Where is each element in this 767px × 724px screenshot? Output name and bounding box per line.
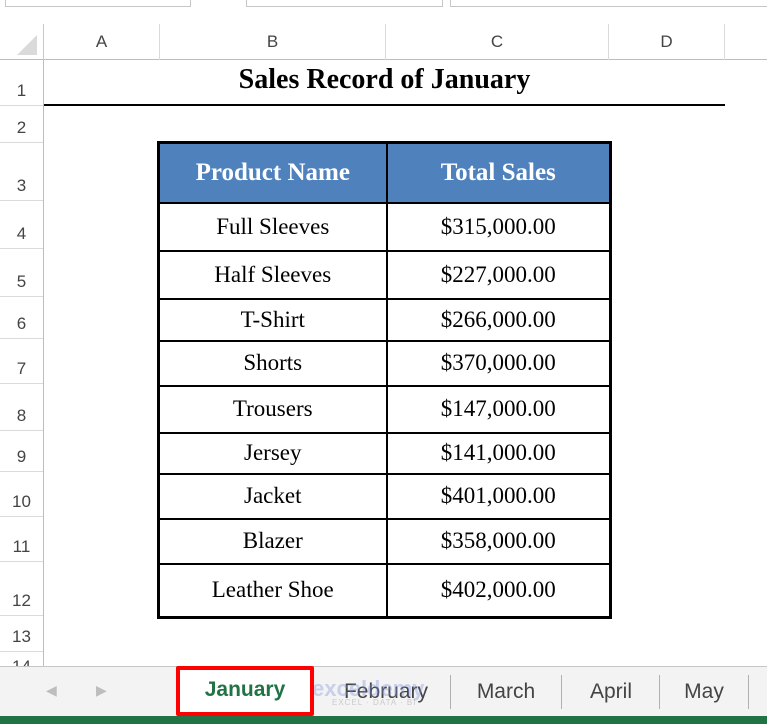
sales-cell[interactable]: $141,000.00 [385,431,612,475]
sales-cell[interactable]: $147,000.00 [385,384,612,434]
column-header-d[interactable]: D [609,24,725,60]
row-header-8[interactable]: 8 [0,384,43,431]
row-header-12[interactable]: 12 [0,562,43,616]
sales-table: Product Name Total Sales Full Sleeves $3… [157,141,612,619]
column-header-b[interactable]: B [160,24,386,60]
sheet-tab-bar: ◀ ▶ January February March April May [0,666,767,716]
sales-cell[interactable]: $401,000.00 [385,472,612,520]
sheet-title[interactable]: Sales Record of January [44,60,725,106]
table-row: T-Shirt $266,000.00 [157,297,612,342]
row-header-11[interactable]: 11 [0,517,43,562]
tab-may[interactable]: May [660,667,748,717]
product-cell[interactable]: Jersey [157,431,388,475]
table-row: Half Sleeves $227,000.00 [157,249,612,300]
table-row: Shorts $370,000.00 [157,339,612,387]
name-box[interactable] [5,0,191,7]
select-all-triangle-icon [17,35,37,55]
status-bar [0,716,767,724]
table-row: Trousers $147,000.00 [157,384,612,434]
product-cell[interactable]: Half Sleeves [157,249,388,300]
header-total-sales[interactable]: Total Sales [385,141,612,204]
row-header-6[interactable]: 6 [0,297,43,339]
tab-april[interactable]: April [562,667,660,717]
sales-cell[interactable]: $315,000.00 [385,201,612,252]
tab-separator [748,675,749,709]
column-header-a[interactable]: A [44,24,160,60]
sales-cell[interactable]: $266,000.00 [385,297,612,342]
table-row: Jersey $141,000.00 [157,431,612,475]
product-cell[interactable]: Blazer [157,517,388,565]
worksheet-grid[interactable]: Sales Record of January Product Name Tot… [44,60,767,666]
row-header-4[interactable]: 4 [0,201,43,249]
tab-january[interactable]: January [180,667,310,713]
product-cell[interactable]: Trousers [157,384,388,434]
row-header-2[interactable]: 2 [0,106,43,143]
table-row: Blazer $358,000.00 [157,517,612,565]
row-header-1[interactable]: 1 [0,60,43,106]
scroll-tabs-left-icon[interactable]: ◀ [46,682,57,699]
product-cell[interactable]: Full Sleeves [157,201,388,252]
header-product-name[interactable]: Product Name [157,141,388,204]
row-header-3[interactable]: 3 [0,143,43,201]
column-header: A B C D [0,24,767,60]
column-header-c[interactable]: C [386,24,609,60]
row-header-5[interactable]: 5 [0,249,43,297]
product-cell[interactable]: Jacket [157,472,388,520]
row-header-10[interactable]: 10 [0,472,43,517]
sales-cell[interactable]: $227,000.00 [385,249,612,300]
row-header-13[interactable]: 13 [0,616,43,652]
tab-march[interactable]: March [451,667,561,717]
formula-bar[interactable] [450,0,767,7]
product-cell[interactable]: T-Shirt [157,297,388,342]
product-cell[interactable]: Shorts [157,339,388,387]
table-header-row: Product Name Total Sales [157,141,612,204]
product-cell[interactable]: Leather Shoe [157,562,388,619]
row-header-9[interactable]: 9 [0,431,43,472]
select-all-button[interactable] [0,24,44,60]
row-header: 1 2 3 4 5 6 7 8 9 10 11 12 13 14 [0,60,44,666]
row-header-7[interactable]: 7 [0,339,43,384]
sales-cell[interactable]: $402,000.00 [385,562,612,619]
scroll-tabs-right-icon[interactable]: ▶ [96,682,107,699]
sales-cell[interactable]: $358,000.00 [385,517,612,565]
row-header-14[interactable]: 14 [0,652,43,666]
formula-toolbar-box[interactable] [246,0,443,7]
tab-february[interactable]: February [322,667,450,717]
table-row: Jacket $401,000.00 [157,472,612,520]
table-row: Leather Shoe $402,000.00 [157,562,612,619]
sales-cell[interactable]: $370,000.00 [385,339,612,387]
table-row: Full Sleeves $315,000.00 [157,201,612,252]
